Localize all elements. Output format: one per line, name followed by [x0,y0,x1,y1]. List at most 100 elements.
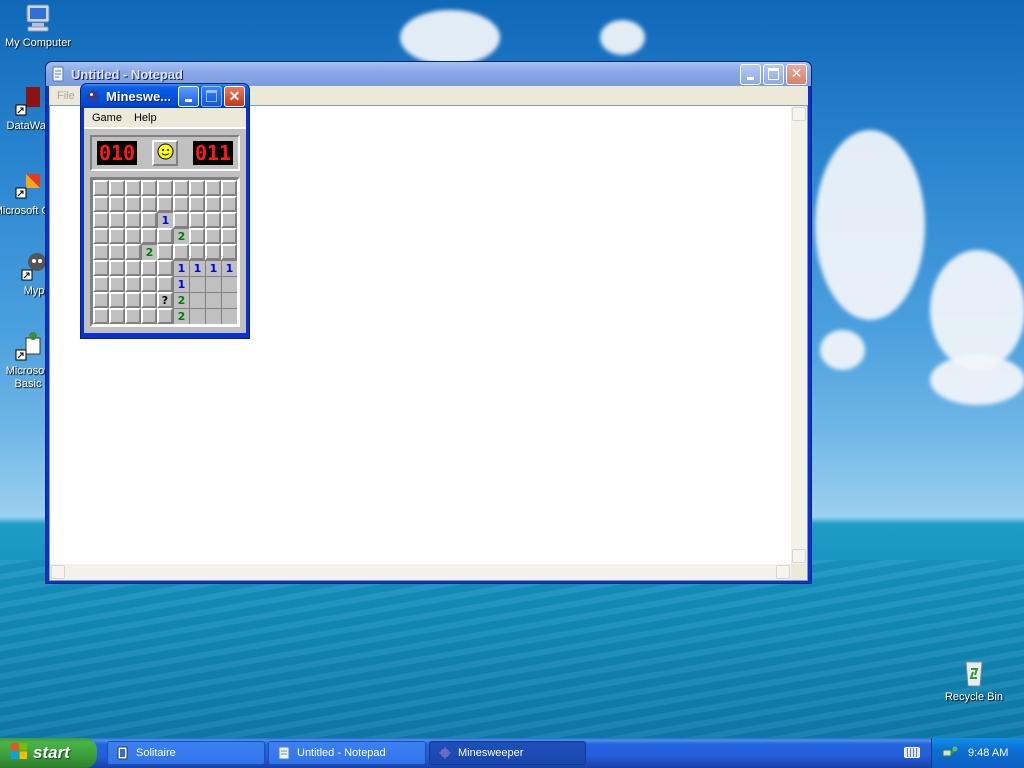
covered-cell[interactable] [189,212,205,228]
scroll-left-button[interactable] [51,565,65,579]
covered-cell[interactable] [173,212,189,228]
covered-cell[interactable] [93,292,109,308]
covered-cell[interactable] [93,212,109,228]
covered-cell[interactable] [109,180,125,196]
number-cell[interactable]: 2 [173,292,189,308]
covered-cell[interactable] [141,260,157,276]
covered-cell[interactable] [93,308,109,324]
covered-cell[interactable] [93,228,109,244]
covered-cell[interactable] [109,244,125,260]
covered-cell[interactable] [109,276,125,292]
covered-cell[interactable] [93,180,109,196]
covered-cell[interactable] [141,276,157,292]
close-button[interactable]: ✕ [224,85,245,107]
covered-cell[interactable] [205,212,221,228]
empty-cell[interactable] [189,276,205,292]
minimize-button[interactable] [740,63,761,85]
covered-cell[interactable] [141,308,157,324]
covered-cell[interactable] [125,212,141,228]
scroll-up-button[interactable] [792,107,806,121]
covered-cell[interactable] [221,212,237,228]
covered-cell[interactable] [125,244,141,260]
covered-cell[interactable] [125,260,141,276]
covered-cell[interactable] [157,260,173,276]
covered-cell[interactable] [109,212,125,228]
empty-cell[interactable] [205,276,221,292]
covered-cell[interactable] [141,212,157,228]
covered-cell[interactable] [141,292,157,308]
start-button[interactable]: start [0,738,97,768]
number-cell[interactable]: 1 [173,276,189,292]
number-cell[interactable]: 1 [221,260,237,276]
covered-cell[interactable] [109,228,125,244]
vertical-scrollbar[interactable] [791,106,807,564]
covered-cell[interactable] [125,292,141,308]
covered-cell[interactable] [141,228,157,244]
number-cell[interactable]: 2 [173,228,189,244]
empty-cell[interactable] [205,308,221,324]
number-cell[interactable]: 2 [141,244,157,260]
covered-cell[interactable] [205,180,221,196]
covered-cell[interactable] [157,244,173,260]
number-cell[interactable]: 1 [189,260,205,276]
minesweeper-titlebar[interactable]: Mineswe... ✕ [81,84,249,108]
covered-cell[interactable] [173,196,189,212]
covered-cell[interactable] [205,228,221,244]
number-cell[interactable]: 1 [173,260,189,276]
covered-cell[interactable] [189,180,205,196]
covered-cell[interactable] [125,228,141,244]
minesweeper-window[interactable]: Mineswe... ✕ Game Help 010 011 1 2 2 1 1 1 1 1?… [80,83,250,339]
empty-cell[interactable] [221,292,237,308]
number-cell[interactable]: 1 [157,212,173,228]
covered-cell[interactable] [93,244,109,260]
covered-cell[interactable] [93,276,109,292]
number-cell[interactable]: 2 [173,308,189,324]
smiley-face-button[interactable] [152,140,178,166]
covered-cell[interactable] [221,228,237,244]
covered-cell[interactable] [221,180,237,196]
covered-cell[interactable] [189,196,205,212]
covered-cell[interactable] [205,196,221,212]
covered-cell[interactable] [221,244,237,260]
minimize-button[interactable] [178,85,199,107]
horizontal-scrollbar[interactable] [50,564,791,580]
covered-cell[interactable] [109,308,125,324]
number-cell[interactable]: 1 [205,260,221,276]
scroll-right-button[interactable] [776,565,790,579]
covered-cell[interactable] [109,196,125,212]
mine-grid[interactable]: 1 2 2 1 1 1 1 1? 2 2 [90,177,240,327]
covered-cell[interactable] [125,276,141,292]
close-button[interactable]: ✕ [786,63,807,85]
covered-cell[interactable] [93,196,109,212]
scroll-down-button[interactable] [792,549,806,563]
covered-cell[interactable] [141,180,157,196]
covered-cell[interactable] [157,180,173,196]
covered-cell[interactable] [221,196,237,212]
covered-cell[interactable] [93,260,109,276]
empty-cell[interactable] [221,308,237,324]
menu-help[interactable]: Help [128,112,163,124]
desktop-icon-my-computer[interactable]: My Computer [0,2,78,50]
network-icon[interactable] [942,744,958,763]
taskbar-button-notepad[interactable]: Untitled - Notepad [268,741,426,765]
empty-cell[interactable] [205,292,221,308]
maximize-button[interactable] [763,63,784,85]
covered-cell[interactable] [189,228,205,244]
covered-cell[interactable] [205,244,221,260]
covered-cell[interactable] [109,292,125,308]
covered-cell[interactable] [157,276,173,292]
covered-cell[interactable] [189,244,205,260]
taskbar-button-solitaire[interactable]: Solitaire [107,741,265,765]
menu-file[interactable]: File [51,90,81,102]
empty-cell[interactable] [189,292,205,308]
covered-cell[interactable] [173,180,189,196]
menu-game[interactable]: Game [86,112,128,124]
desktop-icon-recycle-bin[interactable]: Recycle Bin [934,656,1014,704]
covered-cell[interactable] [125,308,141,324]
covered-cell[interactable] [157,228,173,244]
covered-cell[interactable] [125,180,141,196]
maximize-button[interactable] [201,85,222,107]
covered-cell[interactable] [173,244,189,260]
covered-cell[interactable] [125,196,141,212]
size-grip[interactable] [791,564,807,580]
